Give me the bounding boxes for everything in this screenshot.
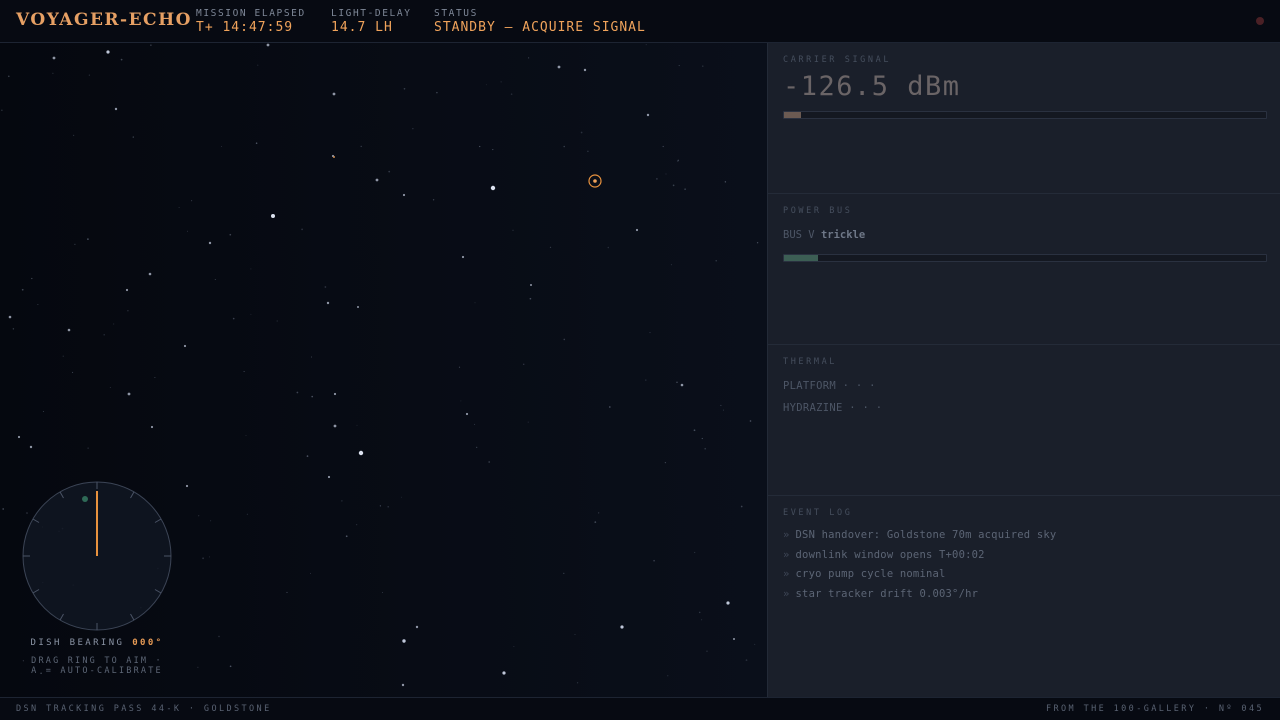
status-value: STANDBY — ACQUIRE SIGNAL	[434, 20, 646, 35]
thermal-platform: PLATFORM · · ·	[783, 380, 876, 392]
status-label: STATUS	[434, 8, 478, 19]
carrier-signal-meter	[783, 111, 1267, 119]
log-arrow-icon: »	[783, 568, 790, 580]
mission-elapsed-label: MISSION ELAPSED	[196, 8, 306, 19]
calibration-marker-icon	[82, 496, 88, 502]
log-arrow-icon: »	[783, 588, 790, 600]
record-indicator-icon	[1256, 17, 1264, 25]
carrier-signal-section: CARRIER SIGNAL -126.5 dBm	[768, 43, 1280, 194]
log-entry: » downlink window opens T+00:02	[783, 549, 985, 561]
bus-voltage-label: BUS V	[783, 229, 815, 241]
log-arrow-icon: »	[783, 549, 790, 561]
dish-bearing-readout: DISH BEARING 000°	[0, 638, 194, 648]
event-log-title: EVENT LOG	[783, 508, 853, 518]
light-delay-value: 14.7 LH	[331, 20, 393, 35]
power-bus-meter	[783, 254, 1267, 262]
event-log-section: EVENT LOG » DSN handover: Goldstone 70m a…	[768, 496, 1280, 697]
telemetry-panel: CARRIER SIGNAL -126.5 dBm POWER BUS BUS …	[767, 43, 1280, 697]
status-footer: DSN TRACKING PASS 44-K · GOLDSTONE FROM …	[0, 697, 1280, 720]
thermal-section: THERMAL PLATFORM · · · HYDRAZINE · · ·	[768, 345, 1280, 496]
dial-hint-line1: DRAG RING TO AIM ·	[31, 656, 163, 666]
thermal-hydrazine: HYDRAZINE · · ·	[783, 402, 883, 414]
dish-bearing-dial[interactable]	[21, 480, 173, 632]
light-delay-label: LIGHT-DELAY	[331, 8, 412, 19]
bus-voltage-value: trickle	[820, 229, 866, 241]
app-title: VOYAGER-ECHO	[16, 10, 192, 30]
dial-hint: DRAG RING TO AIM · A = AUTO-CALIBRATE	[0, 656, 194, 676]
power-bus-section: POWER BUS BUS V trickle	[768, 194, 1280, 345]
mission-elapsed: MISSION ELAPSED T+ 14:47:59	[196, 8, 306, 36]
carrier-signal-meter-fill	[784, 112, 801, 118]
power-bus-title: POWER BUS	[783, 206, 853, 216]
tracking-pass-info: DSN TRACKING PASS 44-K · GOLDSTONE	[16, 704, 272, 714]
log-arrow-icon: »	[783, 529, 790, 541]
status: STATUS STANDBY — ACQUIRE SIGNAL	[434, 8, 646, 36]
carrier-signal-title: CARRIER SIGNAL	[783, 55, 892, 65]
dish-bearing-label: DISH BEARING	[30, 638, 125, 648]
log-entry: » DSN handover: Goldstone 70m acquired sk…	[783, 529, 1057, 541]
log-entry: » cryo pump cycle nominal	[783, 568, 946, 580]
sky-viewport[interactable]: DISH BEARING 000° DRAG RING TO AIM · A =…	[0, 43, 767, 697]
dial-hint-line2: A = AUTO-CALIBRATE	[31, 666, 163, 676]
bus-voltage: BUS V trickle	[783, 229, 865, 241]
top-bar: VOYAGER-ECHO MISSION ELAPSED T+ 14:47:59…	[0, 0, 1280, 43]
power-bus-meter-fill	[784, 255, 818, 261]
log-entry: » star tracker drift 0.003°/hr	[783, 588, 979, 600]
mission-elapsed-value: T+ 14:47:59	[196, 20, 294, 35]
light-delay: LIGHT-DELAY 14.7 LH	[331, 8, 412, 36]
carrier-signal-value: -126.5 dBm	[783, 71, 961, 102]
gallery-credit: FROM THE 100-GALLERY · Nº 045	[1045, 704, 1264, 714]
thermal-title: THERMAL	[783, 357, 838, 367]
dish-bearing-value: 000°	[132, 638, 164, 648]
